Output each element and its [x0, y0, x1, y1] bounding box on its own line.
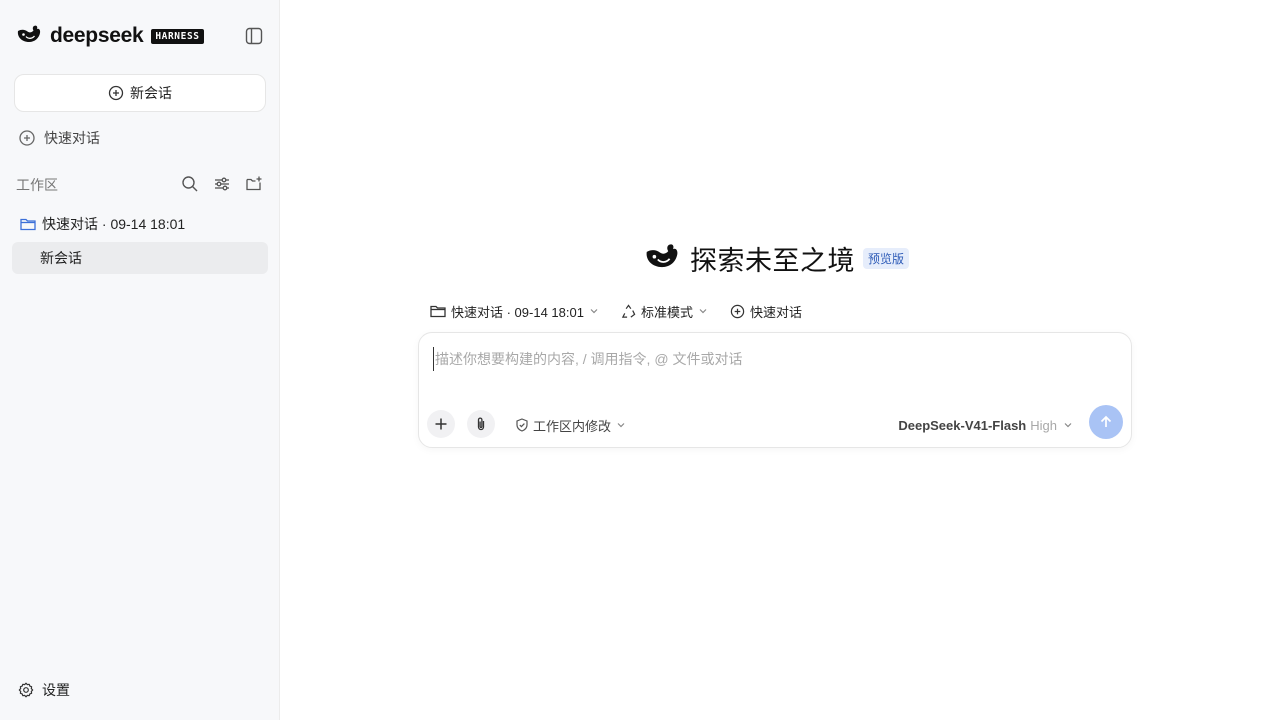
- workspace-actions: [168, 174, 264, 194]
- quick-chat-label: 快速对话: [44, 130, 100, 146]
- model-name: DeepSeek-V41-Flash: [898, 417, 1027, 433]
- session-item[interactable]: 新会话: [12, 242, 268, 274]
- shield-check-icon: [516, 418, 528, 432]
- whale-logo-icon: [644, 242, 680, 275]
- edit-scope-label: 工作区内修改: [533, 418, 612, 434]
- folder-label: 快速对话 · 09-14 18:01: [42, 216, 186, 232]
- workspace-folder-dropdown[interactable]: 快速对话 · 09-14 18:01: [430, 302, 599, 321]
- quick-chat-toggle-label: 快速对话: [749, 304, 802, 320]
- add-button[interactable]: [427, 410, 455, 438]
- folder-icon: [430, 305, 446, 318]
- settings-button[interactable]: 设置: [18, 678, 70, 702]
- brand-logo[interactable]: deepseek HARNESS: [16, 24, 204, 48]
- edit-scope-dropdown[interactable]: 工作区内修改: [515, 415, 626, 435]
- folder-icon: [20, 218, 36, 231]
- attach-button[interactable]: [467, 410, 495, 438]
- prompt-input[interactable]: [433, 347, 1113, 371]
- hero-title: 探索未至之境: [690, 245, 855, 276]
- composer: 工作区内修改 DeepSeek-V41-Flash High: [418, 332, 1132, 448]
- arrow-up-icon: [1100, 415, 1112, 427]
- new-chat-label: 新会话: [130, 85, 172, 101]
- plus-icon: [435, 418, 447, 430]
- mode-label: 标准模式: [640, 304, 693, 320]
- preview-badge: 预览版: [863, 247, 910, 269]
- chevron-down-icon: [590, 309, 598, 314]
- mode-dropdown[interactable]: 标准模式: [621, 302, 708, 321]
- sidebar: deepseek HARNESS 新会话 快速对话 工作区 快速对话 · 09-…: [0, 0, 280, 720]
- model-selector[interactable]: DeepSeek-V41-Flash High: [898, 415, 1073, 435]
- quick-chat-toggle[interactable]: 快速对话: [730, 302, 802, 321]
- chevron-down-icon: [617, 423, 625, 428]
- new-chat-button[interactable]: 新会话: [14, 74, 266, 112]
- whale-logo-icon: [16, 24, 42, 49]
- session-label: 新会话: [40, 250, 82, 266]
- recycle-icon: [621, 303, 636, 318]
- brand-badge: HARNESS: [151, 28, 204, 44]
- gear-icon: [18, 682, 34, 698]
- hero-heading: 探索未至之境 预览版: [644, 238, 910, 278]
- quick-chat-item[interactable]: 快速对话: [18, 126, 100, 150]
- folder-dropdown-label: 快速对话 · 09-14 18:01: [451, 304, 584, 320]
- workspace-folder[interactable]: 快速对话 · 09-14 18:01: [20, 212, 185, 236]
- sidebar-toggle-icon[interactable]: [244, 26, 264, 46]
- settings-label: 设置: [42, 682, 70, 698]
- new-folder-icon[interactable]: [244, 174, 264, 194]
- chevron-down-icon: [1064, 423, 1072, 428]
- paperclip-icon: [477, 417, 485, 431]
- composer-toolbar: 快速对话 · 09-14 18:01 标准模式 快速对话: [430, 300, 824, 322]
- search-icon[interactable]: [180, 174, 200, 194]
- brand-name: deepseek: [50, 24, 144, 47]
- plus-circle-icon: [730, 304, 745, 318]
- model-level: High: [1030, 417, 1057, 433]
- plus-circle-icon: [108, 85, 124, 101]
- workspace-label: 工作区: [16, 177, 58, 193]
- filter-sliders-icon[interactable]: [212, 174, 232, 194]
- workspace-header: 工作区: [16, 174, 264, 196]
- send-button[interactable]: [1089, 405, 1123, 439]
- chevron-down-icon: [699, 309, 707, 314]
- plus-circle-icon: [19, 130, 35, 146]
